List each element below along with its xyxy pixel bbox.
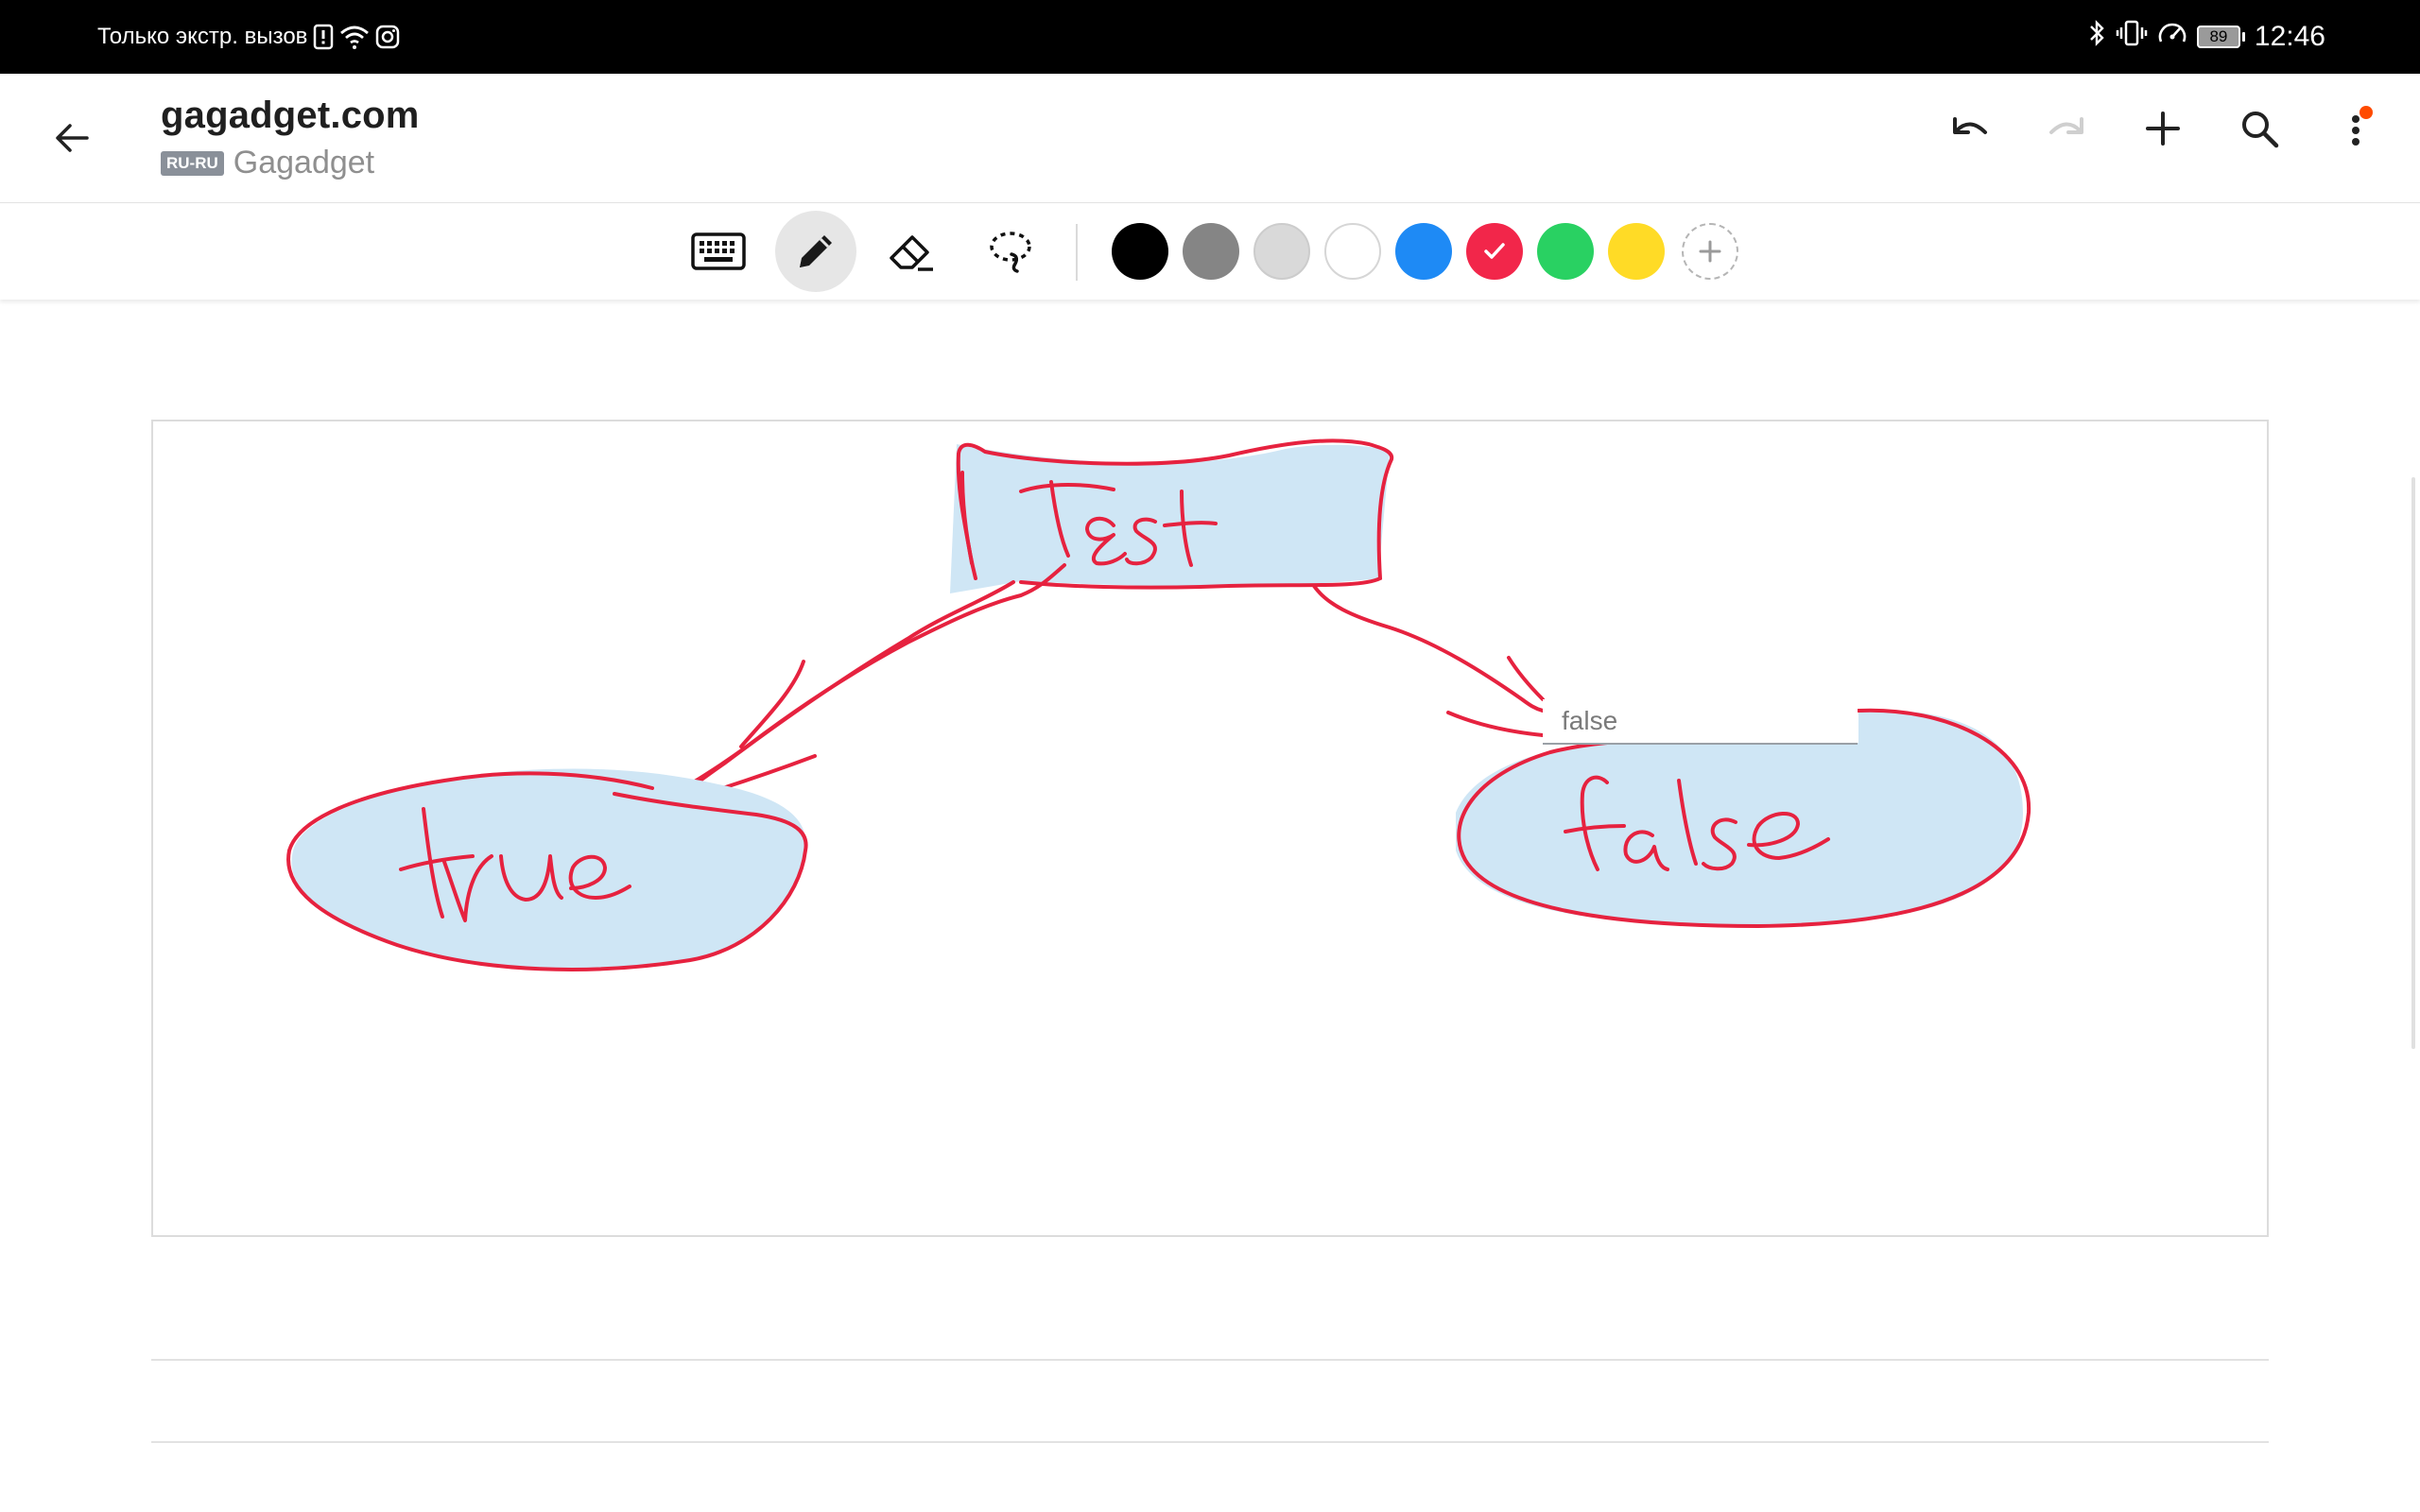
scrollbar[interactable] [2411, 477, 2415, 1049]
ruled-line [151, 1441, 2269, 1443]
text-box-input[interactable] [1543, 699, 1858, 743]
ruled-line [151, 1359, 2269, 1361]
text-box[interactable] [1543, 699, 1858, 745]
ink-drawing [286, 438, 2031, 971]
test-box-fill [950, 444, 1390, 593]
